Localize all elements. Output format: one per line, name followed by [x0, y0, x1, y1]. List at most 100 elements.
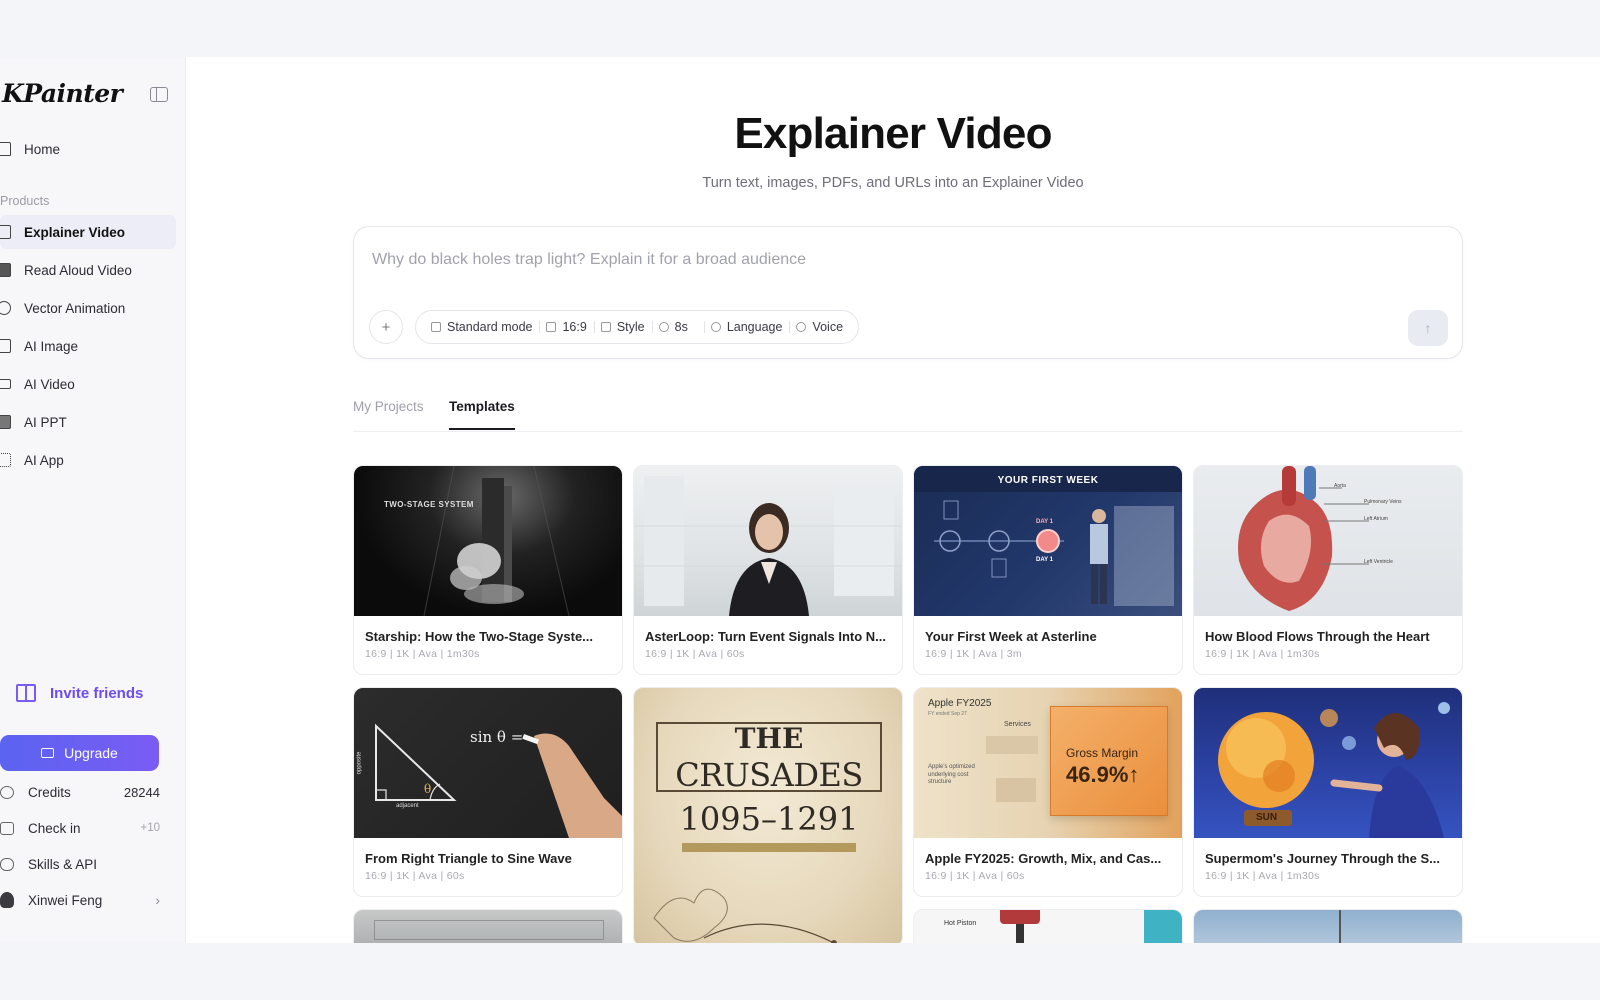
template-meta: 16:9 | 1K | Ava | 60s — [925, 870, 1025, 882]
coins-icon — [0, 785, 14, 799]
home-icon — [0, 142, 11, 156]
video-camera-icon — [0, 379, 11, 389]
template-card[interactable] — [1193, 909, 1463, 943]
card-icon — [41, 748, 55, 758]
template-card[interactable]: AsterLoop: Turn Event Signals Into N... … — [633, 465, 903, 675]
sidebar: KPainter Home Products Explainer Video R… — [0, 57, 186, 943]
gross-margin-value: 46.9%↑ — [1066, 762, 1140, 787]
template-card[interactable] — [353, 909, 623, 943]
tab-templates[interactable]: Templates — [449, 399, 515, 430]
clock-icon — [658, 322, 669, 332]
map-illustration — [653, 888, 837, 943]
template-card[interactable]: Aorta Pulmonary Veins Left Atrium Left V… — [1193, 465, 1463, 675]
voice-label: Voice — [812, 320, 844, 334]
check-in-row[interactable]: Check in +10 — [0, 817, 160, 839]
sidebar-item-explainer-video[interactable]: Explainer Video — [0, 215, 176, 249]
user-profile-row[interactable]: Xinwei Feng › — [0, 889, 160, 911]
sidebar-item-label: Vector Animation — [24, 300, 126, 316]
sidebar-item-label: Home — [24, 141, 61, 157]
tab-bar: My Projects Templates — [353, 387, 1463, 432]
template-title: From Right Triangle to Sine Wave — [365, 851, 572, 866]
template-thumbnail — [634, 466, 902, 616]
template-meta: 16:9 | 1K | Ava | 60s — [365, 870, 465, 882]
heart-illustration — [1238, 466, 1369, 611]
credits-value: 28244 — [123, 784, 160, 800]
template-card[interactable]: Apple FY2025 FY ended Sep 27 Services Ap… — [913, 687, 1183, 897]
send-button[interactable]: ↑ — [1408, 310, 1448, 346]
gift-icon — [16, 684, 36, 702]
skyline-shape — [1339, 910, 1341, 943]
chalk-formula: sin θ = — [470, 728, 524, 746]
aspect-ratio-icon — [546, 322, 557, 332]
duration-selector[interactable]: 8s — [651, 310, 704, 344]
sidebar-collapse-icon[interactable] — [150, 87, 168, 102]
apple-arrow-mid — [996, 778, 1036, 802]
template-card[interactable]: Hot Piston — [913, 909, 1183, 943]
space-illustration — [1218, 702, 1450, 838]
timeline-illustration — [934, 500, 1174, 606]
upgrade-button[interactable]: Upgrade — [0, 735, 159, 771]
template-thumbnail: SUN — [1194, 688, 1462, 838]
apple-left-note: Apple's optimized underlying cost struct… — [928, 764, 975, 785]
tab-my-projects[interactable]: My Projects — [353, 399, 424, 428]
crusades-years: 1095–1291 — [679, 800, 859, 838]
thumb-caption: TWO-STAGE SYSTEM — [384, 500, 474, 509]
sidebar-item-read-aloud-video[interactable]: Read Aloud Video — [0, 253, 176, 287]
template-card[interactable]: TWO-STAGE SYSTEM Starship: How the Two-S… — [353, 465, 623, 675]
chalkboard-illustration — [375, 723, 622, 838]
template-card[interactable]: sin θ = opposite adjacent θ From Right T… — [353, 687, 623, 897]
sidebar-item-home[interactable]: Home — [0, 132, 176, 166]
heart-label-aorta: Aorta — [1334, 483, 1346, 489]
apple-header: Apple FY2025 — [928, 698, 992, 709]
piston-shape — [1000, 910, 1040, 924]
sidebar-item-ai-ppt[interactable]: AI PPT — [0, 405, 176, 439]
main-content: Explainer Video Turn text, images, PDFs,… — [186, 57, 1600, 943]
gross-margin-box — [1050, 706, 1168, 816]
style-label: Style — [616, 320, 645, 334]
template-card[interactable]: SUN Supermom's Journey Through the S... … — [1193, 687, 1463, 897]
crusades-gold-bar — [682, 843, 856, 852]
template-meta: 16:9 | 1K | Ava | 3m — [925, 648, 1022, 660]
piston-rod — [1016, 924, 1024, 943]
sidebar-item-ai-video[interactable]: AI Video — [0, 367, 176, 401]
sidebar-item-vector-animation[interactable]: Vector Animation — [0, 291, 176, 325]
add-attachment-button[interactable]: + — [369, 310, 403, 344]
template-thumbnail: YOUR FIRST WEEK DAY 1 DAY 1 — [914, 466, 1182, 616]
section-label-products: Products — [0, 194, 50, 208]
rocket-illustration — [423, 466, 570, 616]
slides-icon — [0, 415, 11, 429]
mode-selector[interactable]: Standard mode — [424, 310, 539, 344]
credits-row[interactable]: Credits 28244 — [0, 781, 160, 803]
template-meta: 16:9 | 1K | Ava | 1m30s — [365, 648, 480, 660]
piston-label: Hot Piston — [944, 920, 977, 927]
template-meta: 16:9 | 1K | Ava | 60s — [645, 648, 745, 660]
sidebar-item-ai-image[interactable]: AI Image — [0, 329, 176, 363]
template-title: How Blood Flows Through the Heart — [1205, 629, 1430, 644]
template-thumbnail — [1194, 910, 1462, 943]
language-selector[interactable]: Language — [703, 310, 790, 344]
skills-api-row[interactable]: Skills & API — [0, 853, 160, 875]
check-in-label: Check in — [28, 820, 81, 836]
sidebar-item-label: AI App — [24, 452, 64, 468]
chevron-right-icon: › — [155, 892, 160, 908]
style-selector[interactable]: Style — [593, 310, 652, 344]
heart-label-left-ventricle: Left Ventricle — [1364, 559, 1393, 565]
template-thumbnail: Hot Piston — [914, 910, 1182, 943]
sidebar-item-ai-app[interactable]: AI App — [0, 443, 176, 477]
sidebar-item-label: AI PPT — [24, 414, 67, 430]
image-icon — [0, 339, 11, 353]
template-thumbnail: TWO-STAGE SYSTEM — [354, 466, 622, 616]
invite-friends-link[interactable]: Invite friends — [16, 684, 143, 702]
mode-label: Standard mode — [447, 320, 533, 334]
user-name: Xinwei Feng — [28, 892, 103, 908]
voice-selector[interactable]: Voice — [789, 310, 850, 344]
template-card[interactable]: THE CRUSADES 1095–1291 — [633, 687, 903, 943]
ratio-selector[interactable]: 16:9 — [539, 310, 593, 344]
prompt-input[interactable] — [372, 251, 1372, 269]
template-thumbnail: Aorta Pulmonary Veins Left Atrium Left V… — [1194, 466, 1462, 616]
template-thumbnail: sin θ = opposite adjacent θ — [354, 688, 622, 838]
day-label-bottom: DAY 1 — [1036, 557, 1054, 563]
page-title: Explainer Video — [734, 109, 1052, 158]
chalk-angle: θ — [424, 782, 432, 796]
template-card[interactable]: YOUR FIRST WEEK DAY 1 DAY 1 Your First W… — [913, 465, 1183, 675]
